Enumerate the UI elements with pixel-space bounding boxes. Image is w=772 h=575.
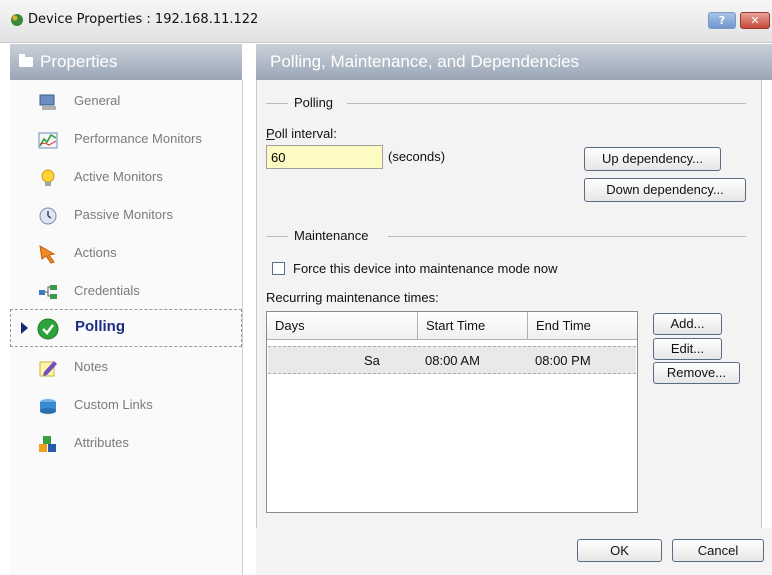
sidebar-item-label: Active Monitors — [74, 169, 163, 184]
sidebar-item-label: Custom Links — [74, 397, 153, 412]
links-icon — [40, 399, 56, 414]
table-row[interactable]: Sa 08:00 AM 08:00 PM — [268, 346, 636, 374]
sidebar-item-active-monitors[interactable]: Active Monitors — [10, 160, 242, 196]
sidebar-item-actions[interactable]: Actions — [10, 236, 242, 272]
pencil-icon — [39, 361, 57, 377]
maintenance-group-line — [388, 236, 746, 237]
network-icon — [39, 285, 57, 299]
title-bar: Device Properties : 192.168.11.122 ? ✕ — [0, 0, 772, 43]
help-button[interactable]: ? — [708, 12, 736, 29]
polling-group-line — [347, 103, 746, 104]
sidebar-item-label: Polling — [75, 318, 125, 335]
maintenance-group-line — [266, 236, 288, 237]
sidebar-item-notes[interactable]: Notes — [10, 350, 242, 386]
sidebar-header-label: Properties — [40, 52, 118, 71]
sidebar-item-label: Actions — [74, 245, 117, 260]
add-button[interactable]: Add... — [653, 313, 722, 335]
maintenance-group-label: Maintenance — [294, 228, 369, 243]
sidebar: General Performance Monitors Active Moni… — [10, 80, 243, 575]
selection-pointer-icon — [21, 322, 28, 334]
page-title: Polling, Maintenance, and Dependencies — [270, 52, 580, 71]
column-header-days[interactable]: Days — [267, 312, 418, 340]
force-maintenance-checkbox[interactable] — [272, 262, 285, 275]
chart-icon — [38, 132, 58, 149]
blocks-icon — [39, 436, 56, 452]
checkmark-icon — [37, 318, 59, 340]
arrow-icon — [39, 245, 56, 264]
force-maintenance-label[interactable]: Force this device into maintenance mode … — [293, 261, 557, 276]
lightbulb-icon — [41, 169, 55, 186]
computer-icon — [39, 94, 56, 110]
poll-interval-label: Poll interval: — [266, 126, 337, 141]
sidebar-item-label: Performance Monitors — [74, 131, 202, 146]
window-title: Device Properties : 192.168.11.122 — [28, 12, 259, 27]
sidebar-item-polling[interactable]: Polling — [10, 309, 242, 347]
close-button[interactable]: ✕ — [740, 12, 770, 29]
edit-button[interactable]: Edit... — [653, 338, 722, 360]
column-header-start-time[interactable]: Start Time — [418, 312, 528, 340]
column-header-end-time[interactable]: End Time — [528, 312, 637, 340]
poll-interval-unit: (seconds) — [388, 149, 446, 164]
sidebar-item-attributes[interactable]: Attributes — [10, 426, 242, 462]
ok-button[interactable]: OK — [577, 539, 662, 562]
poll-interval-input[interactable] — [266, 145, 383, 169]
sidebar-item-label: General — [74, 93, 121, 108]
sidebar-item-general[interactable]: General — [10, 84, 242, 120]
content-header: Polling, Maintenance, and Dependencies — [256, 44, 772, 80]
sidebar-item-credentials[interactable]: Credentials — [10, 274, 242, 310]
sidebar-item-label: Passive Monitors — [74, 207, 173, 222]
maintenance-times-table[interactable]: Days Start Time End Time Sa 08:00 AM 08:… — [266, 311, 638, 513]
up-dependency-button[interactable]: Up dependency... — [584, 147, 721, 171]
sidebar-item-label: Notes — [74, 359, 108, 374]
folder-icon — [19, 54, 33, 67]
sidebar-header: Properties — [10, 44, 242, 80]
cancel-button[interactable]: Cancel — [672, 539, 764, 562]
sidebar-item-label: Attributes — [74, 435, 129, 450]
row-start-time: 08:00 AM — [425, 353, 480, 368]
remove-button[interactable]: Remove... — [653, 362, 740, 384]
app-icon — [11, 14, 23, 26]
row-days: Sa — [364, 353, 380, 368]
down-dependency-button[interactable]: Down dependency... — [584, 178, 746, 202]
sidebar-item-passive-monitors[interactable]: Passive Monitors — [10, 198, 242, 234]
polling-group-label: Polling — [294, 95, 334, 110]
recurring-times-label: Recurring maintenance times: — [266, 290, 439, 305]
clock-icon — [39, 207, 57, 225]
polling-group-line — [266, 103, 288, 104]
row-end-time: 08:00 PM — [535, 353, 591, 368]
sidebar-item-label: Credentials — [74, 283, 140, 298]
sidebar-item-custom-links[interactable]: Custom Links — [10, 388, 242, 424]
sidebar-item-performance-monitors[interactable]: Performance Monitors — [10, 122, 242, 158]
